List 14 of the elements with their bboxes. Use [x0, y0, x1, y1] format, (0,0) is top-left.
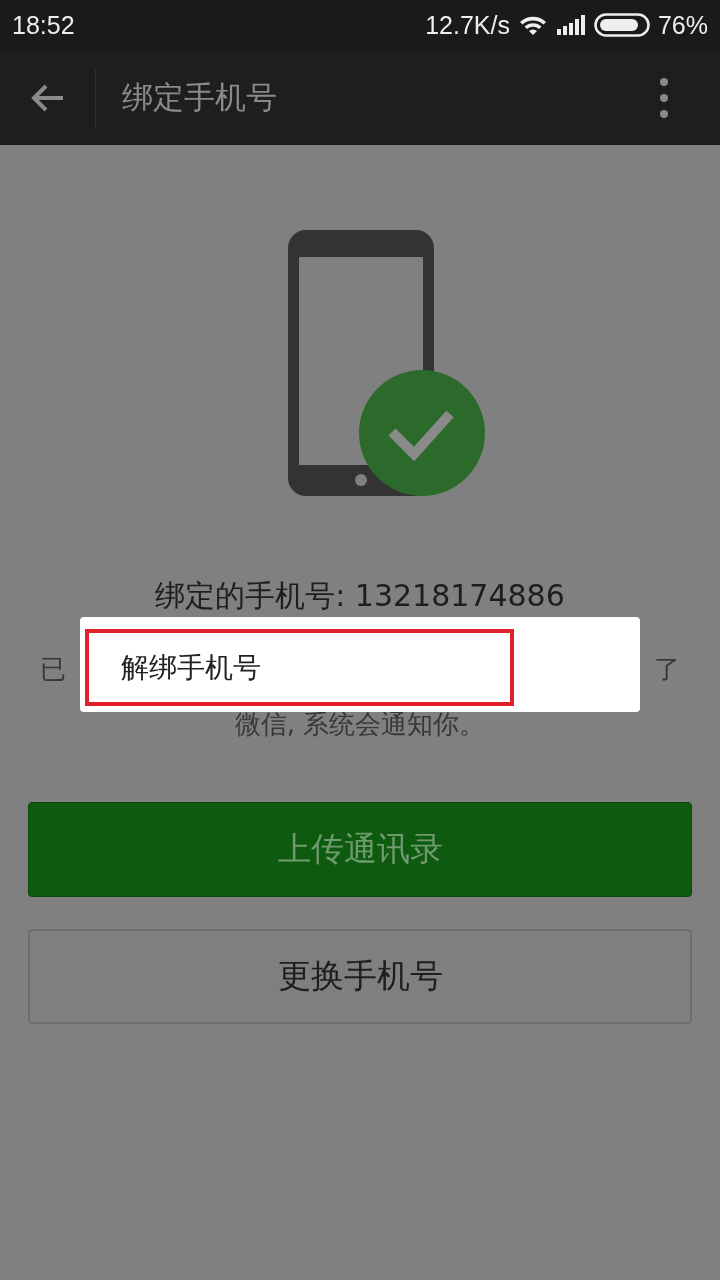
notice-text-fragment: 已	[40, 652, 66, 686]
signal-icon	[555, 14, 586, 36]
battery-icon	[593, 13, 650, 37]
upload-contacts-button[interactable]: 上传通讯录	[28, 801, 692, 897]
clock-time: 18:52	[12, 10, 75, 40]
more-icon	[660, 77, 668, 118]
bound-phone-number: 绑定的手机号: 13218174886	[155, 580, 565, 612]
notice-text: 微信, 系统会通知你。	[234, 707, 486, 741]
network-speed: 12.7K/s	[425, 10, 510, 40]
battery-percent: 76%	[657, 10, 708, 40]
change-number-button[interactable]: 更换手机号	[28, 928, 692, 1024]
notice-text-fragment: 了	[654, 652, 680, 686]
page-title: 绑定手机号	[122, 77, 278, 117]
back-arrow-icon	[29, 82, 66, 113]
